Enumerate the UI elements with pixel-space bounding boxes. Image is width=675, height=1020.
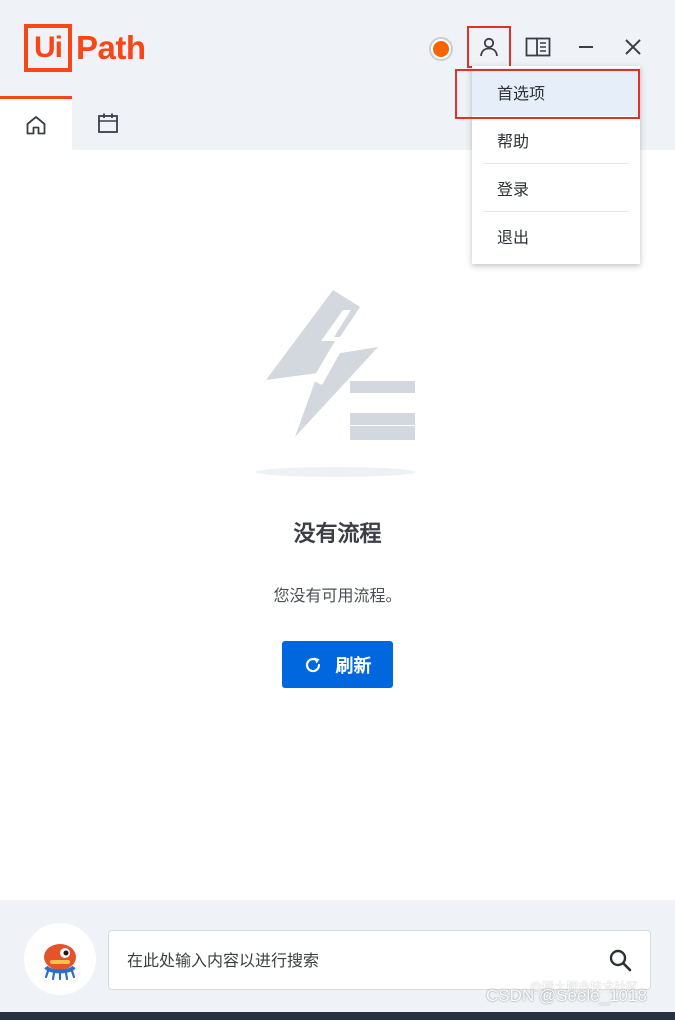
close-icon [625, 39, 641, 55]
menu-item-help[interactable]: 帮助 [484, 116, 628, 164]
mascot-icon [44, 944, 76, 981]
user-dropdown-menu: 首选项 帮助 登录 退出 [472, 66, 640, 264]
taskbar-strip [0, 1012, 675, 1020]
logo-path: Path [76, 29, 146, 66]
status-indicator [433, 41, 449, 57]
tab-home[interactable] [0, 96, 72, 150]
menu-item-exit[interactable]: 退出 [472, 212, 640, 260]
calendar-icon [98, 113, 118, 133]
menu-item-label: 退出 [497, 228, 530, 247]
refresh-label: 刷新 [335, 655, 372, 677]
menu-item-preferences[interactable]: 首选项 [472, 68, 640, 116]
home-icon [26, 115, 46, 134]
uipath-logo: Ui Path [24, 23, 146, 73]
search-icon [609, 949, 632, 972]
menu-item-label: 帮助 [497, 131, 530, 151]
status-dot-icon[interactable] [429, 37, 453, 61]
panel-toggle-icon [525, 37, 551, 57]
menu-item-label: 登录 [497, 179, 530, 199]
menu-item-login[interactable]: 登录 [484, 164, 628, 212]
minimize-icon [579, 46, 593, 48]
empty-state-description: 您没有可用流程。 [273, 586, 402, 605]
close-button[interactable] [611, 26, 655, 68]
refresh-icon [304, 656, 322, 674]
user-icon [480, 37, 498, 57]
assistant-avatar[interactable] [24, 923, 96, 995]
empty-state-title: 没有流程 [293, 522, 382, 547]
logo-ui: Ui [24, 24, 72, 72]
user-menu-button[interactable] [467, 26, 511, 68]
watermark: CSDN @Seele_1018 [486, 986, 647, 1005]
refresh-button[interactable]: 刷新 [282, 641, 393, 688]
tab-calendar[interactable] [72, 96, 144, 150]
search-input[interactable] [109, 931, 590, 989]
menu-item-label: 首选项 [497, 84, 546, 103]
minimize-button[interactable] [564, 26, 608, 68]
empty-processes-illustration [255, 290, 415, 477]
panel-toggle-button[interactable] [516, 26, 560, 68]
